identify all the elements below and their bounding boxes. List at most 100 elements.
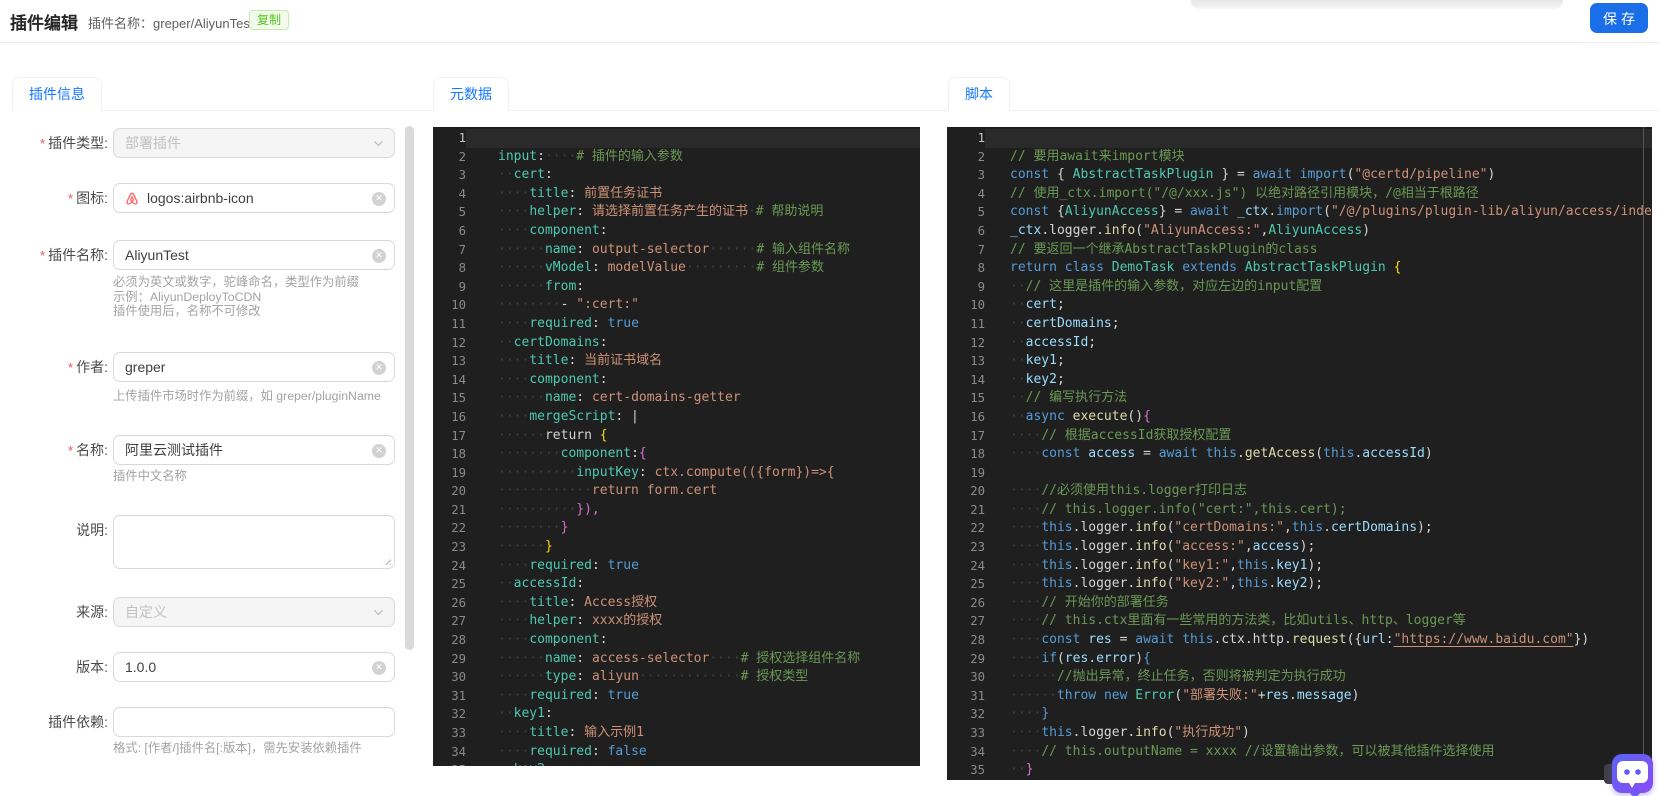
description-textarea[interactable]: [113, 515, 395, 569]
title-input[interactable]: 阿里云测试插件 ✕: [113, 435, 395, 465]
plugin-icon-input[interactable]: logos:airbnb-icon ✕: [113, 183, 395, 213]
code-line: 16 ····mergeScript: |: [433, 408, 920, 427]
code-line: 10 ··cert;: [947, 296, 1652, 315]
required-asterisk: *: [40, 248, 46, 263]
header-bar: 插件编辑 插件名称：greper/AliyunTest 复制 保存: [0, 0, 1659, 43]
clear-icon[interactable]: ✕: [372, 661, 386, 675]
line-content: ····this.logger.info("certDomains:",this…: [1010, 520, 1433, 536]
line-content: ······from:: [498, 278, 585, 294]
code-line: 28 ····component:: [433, 631, 920, 650]
help-text-plugin-name: 必须为英文或数字，驼峰命名，类型作为前缀 示例：AliyunDeployToCDN…: [113, 275, 359, 319]
code-line: 12 ··accessId;: [947, 334, 1652, 353]
code-line: 19: [947, 464, 1652, 483]
dependencies-input[interactable]: [113, 707, 395, 737]
line-content: ······type: aliyun·············# 授权类型: [498, 669, 809, 685]
label-description: 说明:: [76, 522, 108, 538]
code-line: 27 ····// this.ctx里面有一些常用的方法类，比如utils、htt…: [947, 612, 1652, 631]
plugin-name-input[interactable]: AliyunTest ✕: [113, 240, 395, 270]
clear-icon[interactable]: ✕: [372, 361, 386, 375]
resize-grip-icon[interactable]: [382, 556, 391, 565]
code-line: 4 // 使用_ctx.import("/@/xxx.js") 以绝对路径引用模块…: [947, 185, 1652, 204]
label-plugin-type: * 插件类型:: [40, 135, 108, 151]
line-content: ······//抛出异常，终止任务，否则将被判定为执行成功: [1010, 669, 1346, 685]
required-asterisk: *: [68, 443, 74, 458]
line-content: ········- ":cert:": [498, 297, 639, 313]
code-line: 34 ····// this.outputName = xxxx //设置输出参数…: [947, 743, 1652, 762]
line-content: ······vModel: modelValue·········# 组件参数: [498, 260, 824, 276]
line-content: ····title: 前置任务证书: [498, 185, 663, 201]
plugin-name-label: 插件名称：: [88, 16, 154, 31]
code-line: 3 ··cert:: [433, 166, 920, 185]
form-row-plugin-icon: * 图标: logos:airbnb-icon ✕: [10, 183, 416, 213]
line-content: [466, 129, 920, 148]
tab-script[interactable]: 脚本: [948, 77, 1010, 111]
code-line: 30 ······//抛出异常，终止任务，否则将被判定为执行成功: [947, 668, 1652, 687]
clear-icon[interactable]: ✕: [372, 444, 386, 458]
form-row-author: * 作者: greper ✕: [10, 352, 416, 382]
line-content: ··········}),: [498, 501, 600, 517]
line-number: 2: [977, 149, 985, 164]
line-number: 15: [451, 391, 466, 406]
tab-metadata[interactable]: 元数据: [433, 77, 509, 111]
line-content: ····helper: 请选择前置任务产生的证书·# 帮助说明: [498, 204, 824, 220]
line-number: 1: [977, 131, 985, 145]
line-content: ··key2;: [1010, 371, 1065, 387]
line-number: 4: [977, 186, 985, 201]
line-content: ············return form.cert: [498, 483, 718, 499]
line-content: ····// this.logger.info("cert:",this.cer…: [1010, 501, 1347, 517]
clear-icon[interactable]: ✕: [372, 192, 386, 206]
clear-icon[interactable]: ✕: [372, 249, 386, 263]
line-content: ····// 根据accessId获取授权配置: [1010, 427, 1232, 443]
code-line: 32 ··key1:: [433, 705, 920, 724]
code-line: 22 ····this.logger.info("certDomains:",th…: [947, 519, 1652, 538]
line-number: 35: [970, 763, 985, 778]
version-value: 1.0.0: [125, 659, 157, 675]
form-row-version: 版本: 1.0.0 ✕: [10, 652, 416, 682]
version-input[interactable]: 1.0.0 ✕: [113, 652, 395, 682]
line-content: ····title: Access授权: [498, 594, 658, 610]
line-content: ······name: access-selector····# 授权选择组件名…: [498, 650, 861, 666]
chevron-down-icon: [374, 610, 383, 616]
copy-button[interactable]: 复制: [249, 10, 290, 30]
code-line: 26 ····// 开始你的部署任务: [947, 594, 1652, 613]
code-line: 31 ····required: true: [433, 687, 920, 706]
line-number: 34: [451, 744, 466, 759]
code-line: 9 ······from:: [433, 278, 920, 297]
form-scrollbar-thumb[interactable]: [405, 126, 414, 650]
author-input[interactable]: greper ✕: [113, 352, 395, 382]
line-number: 6: [458, 223, 466, 238]
label-plugin-icon: * 图标:: [68, 190, 108, 206]
save-button[interactable]: 保存: [1590, 3, 1648, 33]
line-content: return class DemoTask extends AbstractTa…: [1010, 260, 1402, 276]
code-line: 14 ··key2;: [947, 371, 1652, 390]
page-title: 插件编辑: [10, 14, 78, 33]
line-content: ········component:{: [498, 446, 647, 462]
editor-scrollbar-ruler[interactable]: [1643, 127, 1644, 780]
label-author: * 作者:: [68, 359, 108, 375]
help-text-author: 上传插件市场时作为前缀，如 greper/pluginName: [113, 389, 381, 403]
line-number: 35: [433, 761, 466, 766]
code-line: 12 ··certDomains:: [433, 334, 920, 353]
code-line: 16 ··async execute(){: [947, 408, 1652, 427]
top-shadow-decoration: [1191, 0, 1563, 9]
line-content: ····component:: [498, 632, 608, 648]
line-content: ····required: false: [498, 743, 647, 759]
line-content: ······throw new Error("部署失败:"+res.messag…: [1010, 687, 1360, 703]
code-line: 11 ····required: true: [433, 315, 920, 334]
line-content: ····this.logger.info("key1:",this.key1);: [1010, 557, 1324, 573]
line-number: 19: [451, 465, 466, 480]
code-line: 1: [433, 129, 920, 148]
line-number: 28: [451, 633, 466, 648]
line-content: ··key1;: [1010, 353, 1065, 369]
line-number: 11: [970, 316, 985, 331]
line-content: ··certDomains;: [1010, 315, 1120, 331]
chat-robot-button[interactable]: [1612, 754, 1653, 793]
line-number: 12: [451, 335, 466, 350]
script-code-editor[interactable]: 1 2// 要用await来import模块 3 const { AbstractTa…: [947, 127, 1652, 780]
plugin-icon-value: logos:airbnb-icon: [147, 190, 254, 206]
plugin-name-value: greper/AliyunTest: [153, 16, 254, 31]
metadata-code-editor[interactable]: 1 2 input:····# 插件的输入参数 3 ··cert: 4 ····title:…: [433, 127, 920, 766]
code-line: 21 ··········}),: [433, 501, 920, 520]
line-number: 3: [458, 168, 466, 183]
line-number: 22: [451, 521, 466, 536]
